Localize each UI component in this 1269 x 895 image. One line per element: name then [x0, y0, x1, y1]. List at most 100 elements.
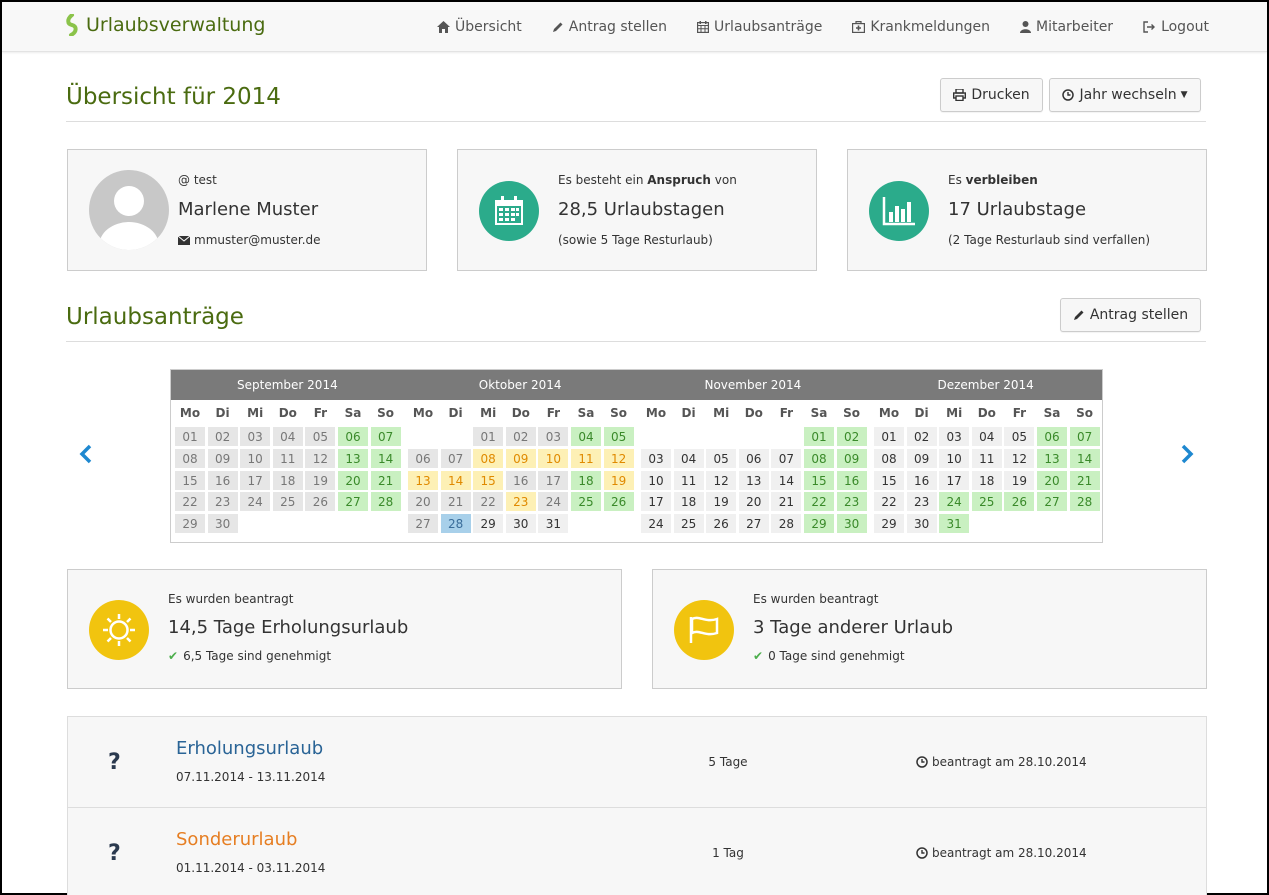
calendar-day[interactable]: 29: [175, 514, 206, 535]
calendar-day[interactable]: 13: [738, 470, 770, 491]
calendar-day[interactable]: 04: [971, 427, 1003, 447]
calendar-day[interactable]: 07: [1069, 427, 1101, 447]
request-type-link[interactable]: Sonderurlaub: [176, 829, 297, 850]
calendar-day[interactable]: 06: [1037, 427, 1068, 447]
calendar-day[interactable]: 20: [338, 470, 369, 491]
calendar-day[interactable]: 17: [939, 470, 971, 491]
calendar-day[interactable]: 21: [1069, 470, 1101, 491]
calendar-day[interactable]: 03: [641, 448, 672, 469]
calendar-day[interactable]: 30: [836, 514, 868, 535]
calendar-day[interactable]: 16: [505, 470, 537, 491]
calendar-day[interactable]: 27: [1037, 492, 1068, 513]
calendar-day[interactable]: 05: [1004, 427, 1036, 447]
nav-item-mitarbeiter[interactable]: Mitarbeiter: [1020, 19, 1113, 35]
user-email[interactable]: mmuster@muster.de: [194, 233, 321, 247]
calendar-day[interactable]: 16: [906, 470, 938, 491]
calendar-day[interactable]: 20: [408, 492, 439, 513]
calendar-day[interactable]: 04: [272, 427, 304, 447]
calendar-day[interactable]: 21: [440, 492, 472, 513]
calendar-day[interactable]: 12: [1004, 448, 1036, 469]
request-row[interactable]: ? Sonderurlaub 01.11.2014 - 03.11.2014 1 Ta…: [67, 807, 1207, 895]
calendar-day[interactable]: 19: [305, 470, 337, 491]
calendar-day[interactable]: 23: [836, 492, 868, 513]
calendar-day[interactable]: 10: [939, 448, 971, 469]
calendar-next-button[interactable]: [1180, 444, 1194, 468]
calendar-day[interactable]: 01: [874, 427, 905, 447]
calendar-day[interactable]: 26: [603, 492, 635, 513]
calendar-day[interactable]: 11: [971, 448, 1003, 469]
calendar-day[interactable]: 11: [673, 470, 705, 491]
calendar-day[interactable]: 28: [370, 492, 402, 513]
nav-item-krankmeldungen[interactable]: Krankmeldungen: [852, 19, 990, 35]
calendar-day[interactable]: 28: [1069, 492, 1101, 513]
calendar-day[interactable]: 14: [1069, 448, 1101, 469]
calendar-day[interactable]: 12: [603, 448, 635, 469]
calendar-day[interactable]: 09: [505, 448, 537, 469]
calendar-day[interactable]: 24: [641, 514, 672, 535]
calendar-day[interactable]: 02: [207, 427, 239, 447]
calendar-day[interactable]: 23: [906, 492, 938, 513]
calendar-prev-button[interactable]: [79, 444, 93, 468]
calendar-day[interactable]: 04: [673, 448, 705, 469]
calendar-day[interactable]: 24: [240, 492, 272, 513]
calendar-day[interactable]: 04: [571, 427, 602, 447]
calendar-day[interactable]: 02: [505, 427, 537, 447]
calendar-day[interactable]: 11: [272, 448, 304, 469]
calendar-day[interactable]: 30: [505, 514, 537, 535]
calendar-day[interactable]: 08: [874, 448, 905, 469]
calendar-day[interactable]: 19: [706, 492, 738, 513]
calendar-day[interactable]: 27: [738, 514, 770, 535]
request-type-link[interactable]: Erholungsurlaub: [176, 738, 323, 759]
calendar-day[interactable]: 19: [603, 470, 635, 491]
calendar-day[interactable]: 06: [738, 448, 770, 469]
calendar-day[interactable]: 24: [939, 492, 971, 513]
brand[interactable]: Urlaubsverwaltung: [66, 14, 265, 36]
calendar-day[interactable]: 17: [538, 470, 570, 491]
calendar-day[interactable]: 22: [874, 492, 905, 513]
calendar-day[interactable]: 07: [370, 427, 402, 447]
nav-item-übersicht[interactable]: Übersicht: [437, 19, 522, 35]
calendar-day[interactable]: 12: [305, 448, 337, 469]
calendar-day[interactable]: 14: [370, 448, 402, 469]
calendar-day[interactable]: 14: [771, 470, 803, 491]
calendar-day[interactable]: 03: [939, 427, 971, 447]
calendar-day[interactable]: 27: [338, 492, 369, 513]
calendar-day[interactable]: 14: [440, 470, 472, 491]
calendar-day[interactable]: 26: [305, 492, 337, 513]
calendar-day[interactable]: 02: [836, 427, 868, 447]
calendar-day[interactable]: 31: [538, 514, 570, 535]
request-row[interactable]: ? Erholungsurlaub 07.11.2014 - 13.11.2014 5…: [67, 716, 1207, 808]
calendar-day[interactable]: 25: [571, 492, 602, 513]
calendar-day[interactable]: 09: [836, 448, 868, 469]
calendar-day[interactable]: 23: [505, 492, 537, 513]
calendar-day[interactable]: 06: [408, 448, 439, 469]
calendar-day[interactable]: 16: [207, 470, 239, 491]
calendar-day[interactable]: 29: [804, 514, 835, 535]
calendar-day[interactable]: 26: [1004, 492, 1036, 513]
calendar-day[interactable]: 21: [370, 470, 402, 491]
calendar-day[interactable]: 07: [440, 448, 472, 469]
calendar-day[interactable]: 25: [971, 492, 1003, 513]
calendar-day[interactable]: 02: [906, 427, 938, 447]
calendar-day[interactable]: 22: [473, 492, 505, 513]
calendar-day[interactable]: 17: [641, 492, 672, 513]
calendar-day[interactable]: 21: [771, 492, 803, 513]
calendar-day[interactable]: 06: [338, 427, 369, 447]
calendar-day[interactable]: 15: [473, 470, 505, 491]
calendar-day[interactable]: 19: [1004, 470, 1036, 491]
calendar-day[interactable]: 28: [771, 514, 803, 535]
calendar-day[interactable]: 16: [836, 470, 868, 491]
nav-item-antrag-stellen[interactable]: Antrag stellen: [552, 19, 667, 35]
calendar-day[interactable]: 05: [603, 427, 635, 447]
calendar-day[interactable]: 03: [240, 427, 272, 447]
calendar-day[interactable]: 18: [571, 470, 602, 491]
calendar-day[interactable]: 10: [641, 470, 672, 491]
nav-item-urlaubsanträge[interactable]: Urlaubsanträge: [697, 19, 822, 35]
calendar-day[interactable]: 22: [804, 492, 835, 513]
calendar-day[interactable]: 01: [804, 427, 835, 447]
calendar-day[interactable]: 30: [906, 514, 938, 535]
calendar-day[interactable]: 20: [738, 492, 770, 513]
calendar-day[interactable]: 22: [175, 492, 206, 513]
calendar-day[interactable]: 10: [240, 448, 272, 469]
calendar-day[interactable]: 27: [408, 514, 439, 535]
